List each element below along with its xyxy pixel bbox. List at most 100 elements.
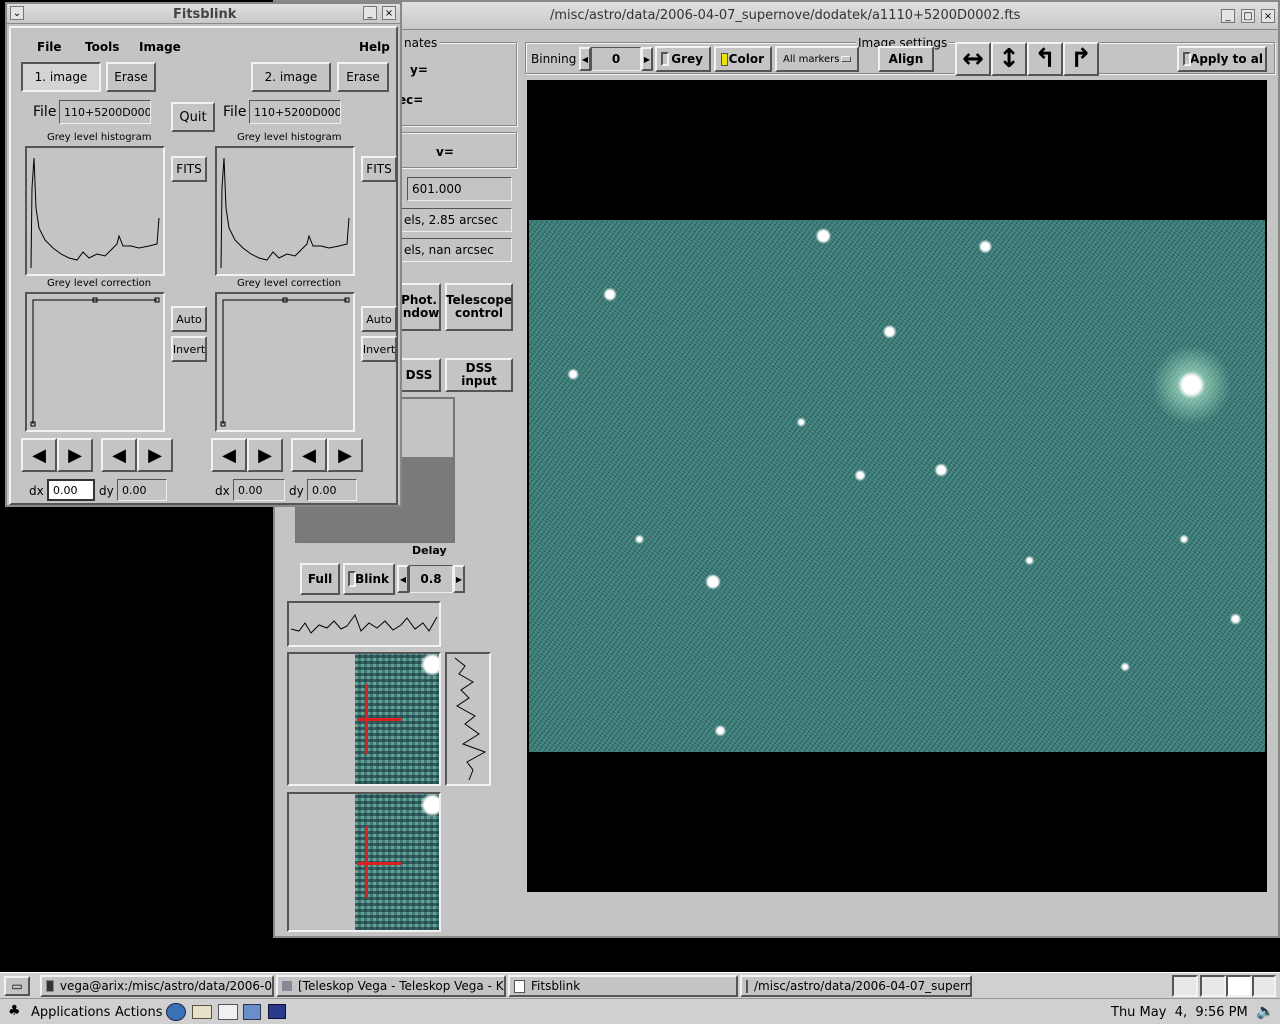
delay-value[interactable]: 0.8 xyxy=(409,565,453,593)
fits-image[interactable] xyxy=(529,220,1265,752)
rotate-right-icon: ↱ xyxy=(1070,43,1092,74)
impress-launcher-icon[interactable] xyxy=(243,1004,261,1020)
terminal-launcher-icon[interactable] xyxy=(268,1004,286,1019)
binning-decrement[interactable]: ◀ xyxy=(579,47,591,71)
menu-file[interactable]: File xyxy=(37,40,62,54)
delay-decrement[interactable]: ◀ xyxy=(397,565,409,593)
main-titlebar[interactable]: /misc/astro/data/2006-04-07_supernove/do… xyxy=(275,2,1278,30)
menu-tools[interactable]: Tools xyxy=(85,40,119,54)
correction2[interactable] xyxy=(215,292,355,432)
blink-checkbox[interactable] xyxy=(348,571,356,587)
delay-increment[interactable]: ▶ xyxy=(453,565,465,593)
file1-field[interactable]: 110+5200D0002.f xyxy=(59,100,151,124)
binning-label: Binning xyxy=(531,52,577,66)
applications-menu[interactable]: Applications xyxy=(31,1005,110,1020)
color-checkbox[interactable] xyxy=(721,53,728,66)
dss-input-button[interactable]: DSS input xyxy=(445,358,513,392)
histogram2-plot xyxy=(220,157,350,269)
task-fitsblink[interactable]: Fitsblink xyxy=(508,975,738,997)
grey-checkbox[interactable] xyxy=(661,52,669,66)
browser-launcher-icon[interactable] xyxy=(166,1003,186,1021)
task-terminal[interactable]: vega@arix:/misc/astro/data/2006-0 xyxy=(40,975,274,997)
dropdown-indicator-icon xyxy=(841,56,851,62)
blink-button[interactable]: Blink xyxy=(343,563,395,595)
shift-down-2-button[interactable]: ▶ xyxy=(327,438,363,472)
shift-up-2-button[interactable]: ◀ xyxy=(291,438,327,472)
align-button[interactable]: Align xyxy=(878,46,934,72)
fitsblink-close-icon[interactable]: × xyxy=(382,6,396,20)
dss-button[interactable]: DSS xyxy=(397,358,441,392)
flip-vertical-button[interactable]: ↕ xyxy=(991,42,1027,76)
binning-increment[interactable]: ▶ xyxy=(641,47,653,71)
rotate-left-button[interactable]: ↰ xyxy=(1027,42,1063,76)
mail-launcher-icon[interactable] xyxy=(192,1005,212,1019)
fits1-button[interactable]: FITS xyxy=(171,156,207,182)
apply-to-all-toggle[interactable]: Apply to al xyxy=(1177,46,1267,72)
flip-horizontal-button[interactable]: ↔ xyxy=(955,42,991,76)
dy2-label: dy xyxy=(289,484,304,498)
fitsblink-titlebar[interactable]: ⌄ Fitsblink _ × xyxy=(7,4,400,24)
shift-right-2-button[interactable]: ▶ xyxy=(247,438,283,472)
auto2-button[interactable]: Auto xyxy=(361,306,397,332)
panel-bottom: ♣ Applications Actions Thu May 4, 9:56 P… xyxy=(0,998,1280,1024)
dy2-field[interactable]: 0.00 xyxy=(307,479,357,501)
shift-down-1-button[interactable]: ▶ xyxy=(137,438,173,472)
apply-checkbox[interactable] xyxy=(1183,52,1191,66)
phot-window-button[interactable]: Phot. indow xyxy=(397,283,441,331)
color-toggle[interactable]: Color xyxy=(714,46,772,72)
show-desktop-button[interactable]: ▭ xyxy=(4,976,30,996)
file2-field[interactable]: 110+5200D0002.f xyxy=(249,100,341,124)
clock[interactable]: Thu May 4, 9:56 PM xyxy=(1111,1005,1248,1020)
shift-up-1-button[interactable]: ◀ xyxy=(101,438,137,472)
binning-value[interactable]: 0 xyxy=(591,47,641,71)
actions-menu[interactable]: Actions xyxy=(115,1005,163,1020)
workspace-2[interactable] xyxy=(1200,975,1226,997)
workspace-3[interactable] xyxy=(1226,975,1252,997)
dx1-field[interactable]: 0.00 xyxy=(47,479,95,501)
rotate-right-button[interactable]: ↱ xyxy=(1063,42,1099,76)
full-button[interactable]: Full xyxy=(300,563,340,595)
horizontal-profile xyxy=(287,601,441,647)
histogram1-plot xyxy=(30,157,160,269)
invert1-button[interactable]: Invert xyxy=(171,336,207,362)
markers-label: All markers xyxy=(783,53,840,65)
menu-help[interactable]: Help xyxy=(359,40,390,54)
quit-button[interactable]: Quit xyxy=(171,102,215,132)
volume-icon[interactable]: 🔈 xyxy=(1256,1002,1275,1020)
image-canvas[interactable] xyxy=(527,80,1267,892)
writer-launcher-icon[interactable] xyxy=(218,1004,238,1020)
shift-right-1-button[interactable]: ▶ xyxy=(57,438,93,472)
main-window: /misc/astro/data/2006-04-07_supernove/do… xyxy=(273,0,1280,938)
close-icon[interactable]: × xyxy=(1261,9,1275,23)
grey-toggle[interactable]: Grey xyxy=(655,46,711,72)
image1-button[interactable]: 1. image xyxy=(21,62,101,92)
maximize-icon[interactable]: □ xyxy=(1241,9,1255,23)
y-label: y= xyxy=(410,63,428,77)
fitsblink-minimize-icon[interactable]: _ xyxy=(363,6,377,20)
fits2-button[interactable]: FITS xyxy=(361,156,397,182)
dy1-field[interactable]: 0.00 xyxy=(117,479,167,501)
menu-image[interactable]: Image xyxy=(139,40,181,54)
task-image-window-label: /misc/astro/data/2006-04-07_supern xyxy=(754,979,972,993)
minimize-icon[interactable]: _ xyxy=(1221,9,1235,23)
erase2-button[interactable]: Erase xyxy=(337,62,389,92)
task-teleskop[interactable]: [Teleskop Vega - Teleskop Vega - K xyxy=(276,975,506,997)
arrow-left-icon: ◀ xyxy=(302,444,316,466)
workspace-4[interactable] xyxy=(1252,975,1276,997)
desktop-icon: ▭ xyxy=(11,978,23,993)
arrow-left-icon: ◀ xyxy=(222,444,236,466)
rotate-left-icon: ↰ xyxy=(1034,43,1056,74)
dx2-field[interactable]: 0.00 xyxy=(233,479,285,501)
correction1[interactable] xyxy=(25,292,165,432)
markers-dropdown[interactable]: All markers xyxy=(775,46,859,72)
telescope-control-button[interactable]: Telescope control xyxy=(445,283,513,331)
window-menu-icon[interactable]: ⌄ xyxy=(10,6,24,20)
image2-button[interactable]: 2. image xyxy=(251,62,331,92)
invert2-button[interactable]: Invert xyxy=(361,336,397,362)
shift-left-1-button[interactable]: ◀ xyxy=(21,438,57,472)
task-image-window[interactable]: /misc/astro/data/2006-04-07_supern xyxy=(740,975,972,997)
workspace-1[interactable] xyxy=(1172,975,1198,997)
auto1-button[interactable]: Auto xyxy=(171,306,207,332)
erase1-button[interactable]: Erase xyxy=(106,62,156,92)
shift-left-2-button[interactable]: ◀ xyxy=(211,438,247,472)
